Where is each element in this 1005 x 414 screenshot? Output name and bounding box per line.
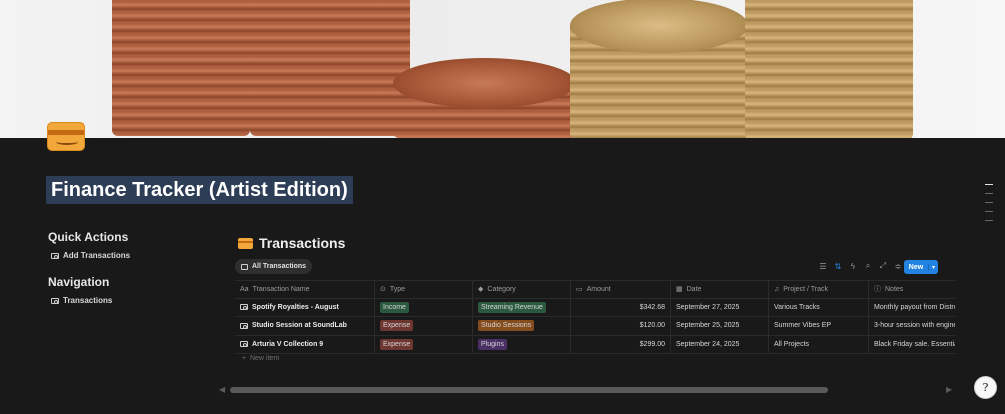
scroll-right-icon[interactable]: ▶ [946, 385, 952, 394]
date-cell[interactable]: September 24, 2025 [671, 335, 769, 353]
type-cell[interactable]: Income [375, 298, 473, 316]
category-tag: Studio Sessions [478, 320, 535, 332]
transaction-name-cell[interactable]: Arturia V Collection 9 [235, 335, 375, 353]
table-row[interactable]: Spotify Royalties - August Income Stream… [235, 298, 955, 317]
cover-image [0, 0, 1005, 138]
column-header-category[interactable]: ◆ Category [473, 281, 571, 298]
tag-icon: ◆ [478, 286, 484, 294]
column-label: Notes [885, 285, 904, 293]
plus-icon: + [242, 355, 247, 362]
transaction-name: Spotify Royalties - August [252, 303, 339, 311]
amount-cell[interactable]: $342.68 [571, 298, 671, 316]
date-cell[interactable]: September 25, 2025 [671, 317, 769, 335]
filter-icon[interactable]: ☰ [818, 262, 828, 271]
notes-cell[interactable]: Monthly payout from Distrokid [869, 299, 955, 317]
category-tag: Streaming Revenue [478, 301, 546, 313]
column-header-amount[interactable]: ▭ Amount [571, 281, 671, 298]
database-title[interactable]: Transactions [238, 235, 345, 251]
select-icon: ⊙ [380, 286, 386, 294]
table-view-icon [241, 263, 248, 270]
credit-card-icon [238, 237, 253, 249]
button-icon [51, 252, 59, 259]
expand-icon[interactable]: ⤢ [878, 261, 888, 271]
help-button[interactable]: ? [974, 376, 997, 399]
database-icon [51, 297, 59, 304]
type-cell[interactable]: Expense [375, 335, 473, 353]
page-icon [240, 322, 248, 329]
column-header-notes[interactable]: ⓘ Notes [869, 281, 955, 298]
quick-actions-heading: Quick Actions [48, 230, 129, 244]
credit-card-icon[interactable] [47, 122, 85, 151]
column-label: Project / Track [783, 285, 828, 293]
column-label: Amount [586, 285, 611, 293]
nav-link-label: Transactions [63, 296, 113, 305]
transaction-name-cell[interactable]: Studio Session at SoundLab [235, 317, 375, 335]
transactions-table: Aa Transaction Name ⊙ Type ◆ Category ▭ Amou… [235, 280, 955, 354]
transaction-name: Arturia V Collection 9 [252, 340, 324, 348]
date-cell[interactable]: September 27, 2025 [671, 298, 769, 316]
amount-cell[interactable]: $299.00 [571, 335, 671, 353]
add-transactions-label: Add Transactions [63, 251, 131, 260]
table-row[interactable]: Arturia V Collection 9 Expense Plugins $… [235, 335, 955, 354]
view-tab-all-transactions[interactable]: All Transactions [235, 259, 313, 274]
column-label: Type [389, 285, 406, 293]
navigation-heading: Navigation [48, 275, 110, 289]
scroll-left-icon[interactable]: ◀ [219, 385, 225, 394]
nav-link-transactions[interactable]: Transactions [48, 296, 112, 305]
table-row[interactable]: Studio Session at SoundLab Expense Studi… [235, 317, 955, 336]
type-tag: Expense [380, 338, 414, 350]
category-cell[interactable]: Plugins [473, 335, 571, 353]
chevron-down-icon[interactable]: ▾ [928, 263, 938, 271]
table-of-contents-outline[interactable] [985, 184, 993, 229]
column-header-project[interactable]: ♫ Project / Track [769, 281, 869, 298]
calendar-icon: ▦ [676, 286, 683, 294]
amount-cell[interactable]: $120.00 [571, 317, 671, 335]
automation-icon[interactable]: ϟ [848, 262, 858, 271]
money-icon: ▭ [576, 286, 583, 294]
view-tab-label: All Transactions [252, 263, 307, 270]
notes-cell[interactable]: Black Friday sale. Essential synths [869, 336, 955, 354]
category-cell[interactable]: Streaming Revenue [473, 298, 571, 316]
type-cell[interactable]: Expense [375, 317, 473, 335]
column-label: Transaction Name [252, 285, 310, 293]
notes-cell[interactable]: 3-hour session with engineer [869, 317, 955, 335]
new-item-label: New item [249, 355, 280, 362]
navigation-section: Navigation Transactions [48, 275, 112, 305]
column-header-type[interactable]: ⊙ Type [375, 281, 473, 298]
database-toolbar: ☰ ⇅ ϟ ⌕ ⤢ ≑ [818, 261, 903, 271]
page-icon [240, 304, 248, 311]
new-item-button[interactable]: + New item [242, 355, 279, 362]
type-tag: Expense [380, 320, 414, 332]
quick-actions-section: Quick Actions Add Transactions [48, 230, 130, 260]
page-icon [240, 341, 248, 348]
database-title-text: Transactions [259, 235, 346, 251]
page-title[interactable]: Finance Tracker (Artist Edition) [51, 178, 348, 202]
settings-icon[interactable]: ≑ [893, 262, 903, 271]
page-title-wrapper[interactable]: Finance Tracker (Artist Edition) [46, 176, 353, 204]
project-cell[interactable]: All Projects [769, 335, 869, 353]
add-transactions-button[interactable]: Add Transactions [48, 251, 130, 260]
info-icon: ⓘ [874, 286, 881, 294]
transaction-name-cell[interactable]: Spotify Royalties - August [235, 298, 375, 316]
project-cell[interactable]: Various Tracks [769, 298, 869, 316]
music-icon: ♫ [774, 285, 780, 293]
sort-icon[interactable]: ⇅ [833, 262, 843, 271]
project-cell[interactable]: Summer Vibes EP [769, 317, 869, 335]
text-property-icon: Aa [240, 285, 249, 293]
type-tag: Income [380, 301, 409, 313]
column-label: Category [487, 285, 516, 293]
category-cell[interactable]: Studio Sessions [473, 317, 571, 335]
table-header-row: Aa Transaction Name ⊙ Type ◆ Category ▭ Amou… [235, 280, 955, 299]
horizontal-scrollbar[interactable] [230, 387, 828, 393]
transaction-name: Studio Session at SoundLab [252, 322, 347, 330]
search-icon[interactable]: ⌕ [863, 261, 873, 271]
column-header-name[interactable]: Aa Transaction Name [235, 281, 375, 298]
column-header-date[interactable]: ▦ Date [671, 281, 769, 298]
column-label: Date [686, 285, 702, 293]
category-tag: Plugins [478, 338, 507, 350]
new-button-label: New [908, 263, 924, 271]
new-button[interactable]: New ▾ [904, 260, 938, 274]
